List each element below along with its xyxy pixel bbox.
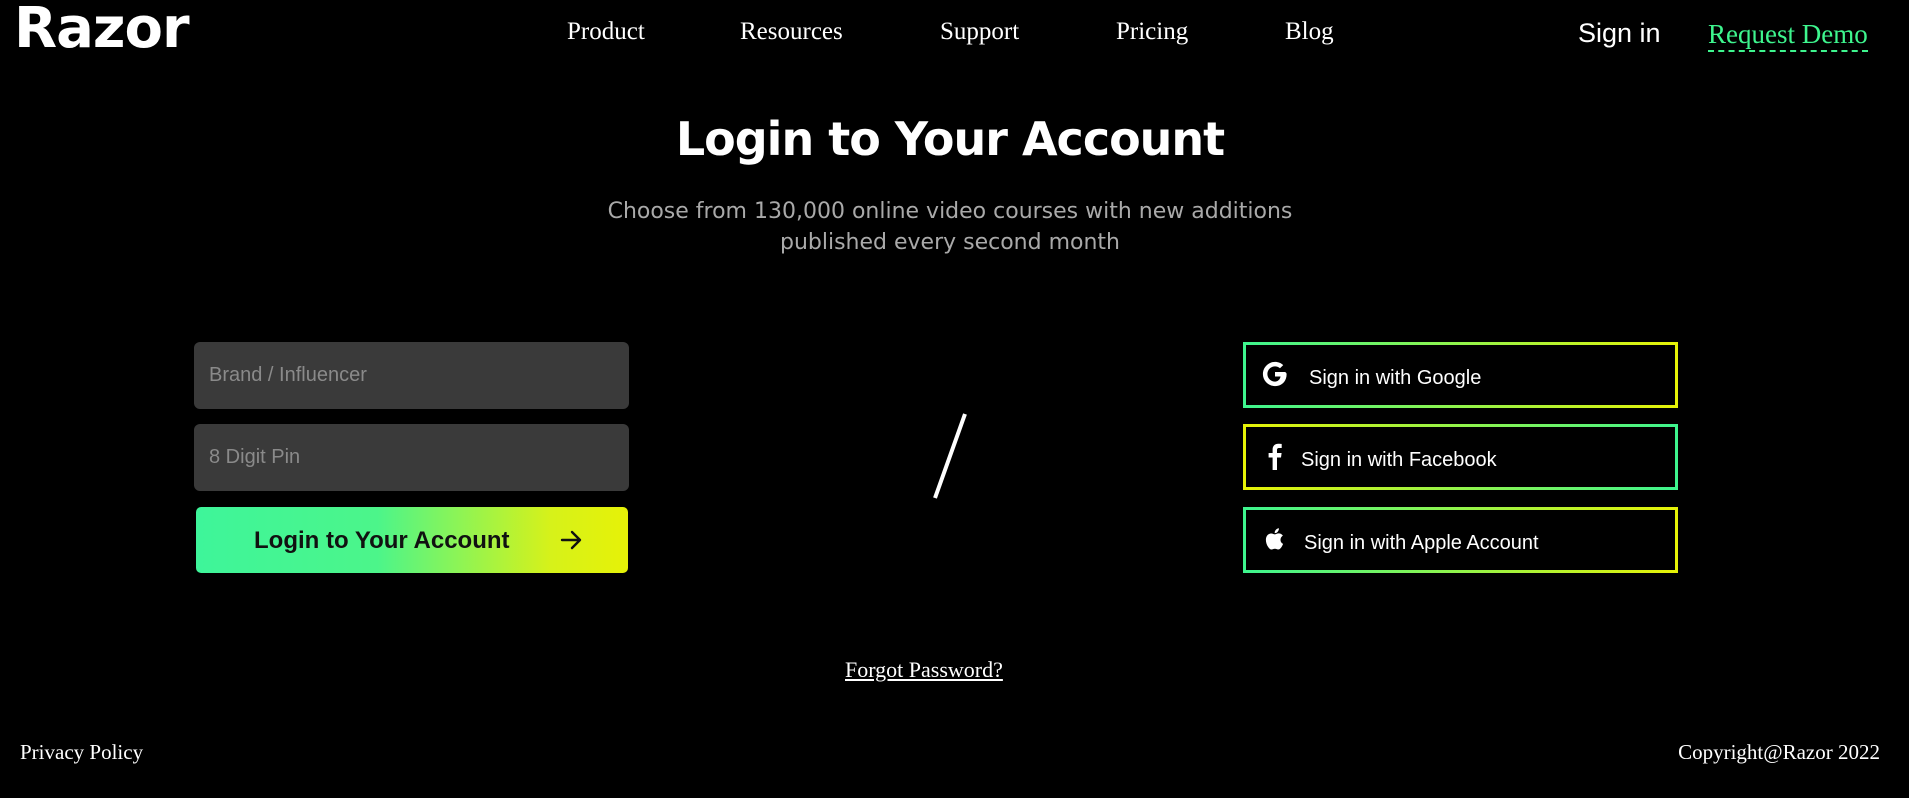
- divider-slash: [918, 410, 978, 510]
- sign-in-link[interactable]: Sign in: [1578, 18, 1661, 49]
- login-button-label: Login to Your Account: [254, 527, 510, 554]
- google-icon: [1262, 361, 1287, 387]
- copyright-text: Copyright@Razor 2022: [1678, 740, 1880, 764]
- forgot-password-link[interactable]: Forgot Password?: [845, 657, 1003, 683]
- arrow-right-icon: [560, 530, 582, 550]
- digit-pin-input[interactable]: [194, 424, 629, 491]
- login-button[interactable]: Login to Your Account: [196, 507, 628, 573]
- facebook-icon: [1268, 443, 1282, 470]
- subtitle-line-2: published every second month: [779, 230, 1120, 255]
- facebook-sign-in-button[interactable]: Sign in with Facebook: [1243, 424, 1678, 490]
- nav-link-resources[interactable]: Resources: [740, 18, 843, 46]
- request-demo-link[interactable]: Request Demo: [1708, 18, 1868, 52]
- apple-icon: [1265, 528, 1284, 550]
- nav-link-support[interactable]: Support: [940, 18, 1019, 46]
- apple-sign-in-label: Sign in with Apple Account: [1304, 532, 1539, 554]
- slash-glyph: [933, 413, 967, 499]
- brand-influencer-input[interactable]: [194, 342, 629, 409]
- apple-sign-in-button[interactable]: Sign in with Apple Account: [1243, 507, 1678, 573]
- page-title: Login to Your Account: [675, 112, 1225, 166]
- page-subtitle: Choose from 130,000 online video courses…: [0, 196, 1900, 258]
- privacy-policy-link[interactable]: Privacy Policy: [20, 740, 143, 765]
- google-sign-in-label: Sign in with Google: [1309, 367, 1482, 389]
- facebook-sign-in-label: Sign in with Facebook: [1301, 449, 1497, 471]
- nav-link-blog[interactable]: Blog: [1285, 18, 1334, 46]
- nav-link-pricing[interactable]: Pricing: [1116, 18, 1188, 46]
- nav-link-product[interactable]: Product: [567, 18, 645, 46]
- subtitle-line-1: Choose from 130,000 online video courses…: [607, 199, 1293, 224]
- google-sign-in-button[interactable]: Sign in with Google: [1243, 342, 1678, 408]
